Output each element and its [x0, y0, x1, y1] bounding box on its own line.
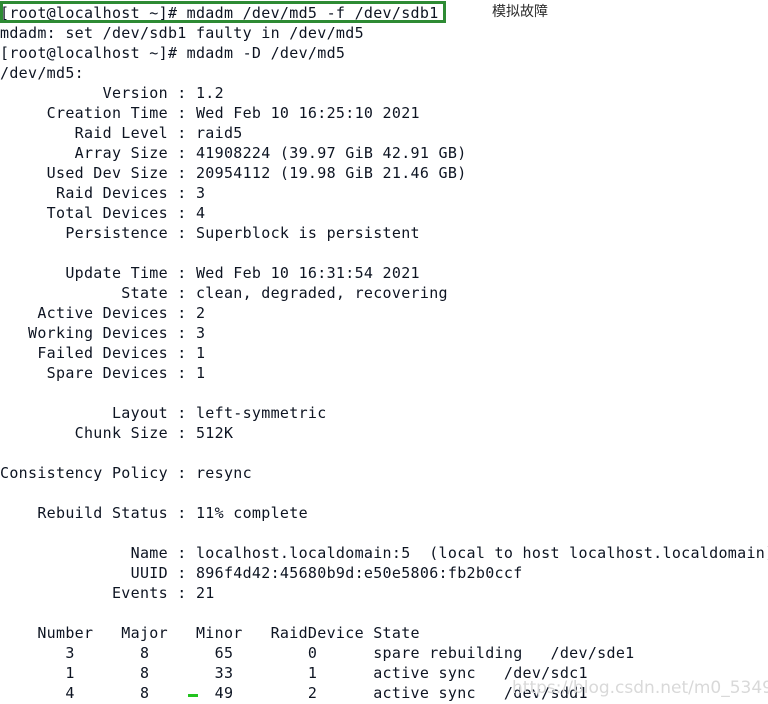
annotation-label: 模拟故障: [492, 4, 548, 20]
terminal-line-field-total-devices: Total Devices : 4: [0, 204, 206, 222]
terminal-line-field-update-time: Update Time : Wed Feb 10 16:31:54 2021: [0, 264, 420, 282]
terminal-line-field-version: Version : 1.2: [0, 84, 224, 102]
watermark-text: https://blog.csdn.net/m0_53497201: [512, 678, 768, 698]
terminal-screenshot: [root@localhost ~]# mdadm /dev/md5 -f /d…: [0, 0, 768, 704]
terminal-line-field-uuid: UUID : 896f4d42:45680b9d:e50e5806:fb2b0c…: [0, 564, 523, 582]
terminal-line-field-raid-level: Raid Level : raid5: [0, 124, 243, 142]
terminal-line-field-used-dev-size: Used Dev Size : 20954112 (19.98 GiB 21.4…: [0, 164, 467, 182]
terminal-line-table-row-2: 4 8 49 2 active sync /dev/sdd1: [0, 684, 588, 702]
terminal-line-field-raid-devices: Raid Devices : 3: [0, 184, 206, 202]
terminal-line-field-failed-devices: Failed Devices : 1: [0, 344, 206, 362]
terminal-line-table-row-0: 3 8 65 0 spare rebuilding /dev/sde1: [0, 644, 635, 662]
terminal-line-field-state: State : clean, degraded, recovering: [0, 284, 448, 302]
terminal-line-field-events: Events : 21: [0, 584, 215, 602]
terminal-line-cmd-detail: [root@localhost ~]# mdadm -D /dev/md5: [0, 44, 346, 62]
terminal-line-field-rebuild-status: Rebuild Status : 11% complete: [0, 504, 308, 522]
terminal-line-field-layout: Layout : left-symmetric: [0, 404, 327, 422]
terminal-line-field-spare-devices: Spare Devices : 1: [0, 364, 206, 382]
terminal-line-field-active-devices: Active Devices : 2: [0, 304, 206, 322]
terminal-line-field-chunk-size: Chunk Size : 512K: [0, 424, 234, 442]
terminal-line-cmd-fail-disk: [root@localhost ~]# mdadm /dev/md5 -f /d…: [0, 4, 439, 22]
terminal-cursor: [188, 694, 198, 697]
terminal-line-table-header: Number Major Minor RaidDevice State: [0, 624, 420, 642]
terminal-line-out-device-header: /dev/md5:: [0, 64, 84, 82]
terminal-line-out-faulty-set: mdadm: set /dev/sdb1 faulty in /dev/md5: [0, 24, 364, 42]
terminal-line-field-creation-time: Creation Time : Wed Feb 10 16:25:10 2021: [0, 104, 420, 122]
terminal-line-field-working-devices: Working Devices : 3: [0, 324, 206, 342]
terminal-line-field-name: Name : localhost.localdomain:5 (local to…: [0, 544, 768, 562]
terminal-line-field-consistency: Consistency Policy : resync: [0, 464, 252, 482]
terminal-line-table-row-1: 1 8 33 1 active sync /dev/sdc1: [0, 664, 588, 682]
terminal-line-field-persistence: Persistence : Superblock is persistent: [0, 224, 420, 242]
terminal-line-field-array-size: Array Size : 41908224 (39.97 GiB 42.91 G…: [0, 144, 467, 162]
